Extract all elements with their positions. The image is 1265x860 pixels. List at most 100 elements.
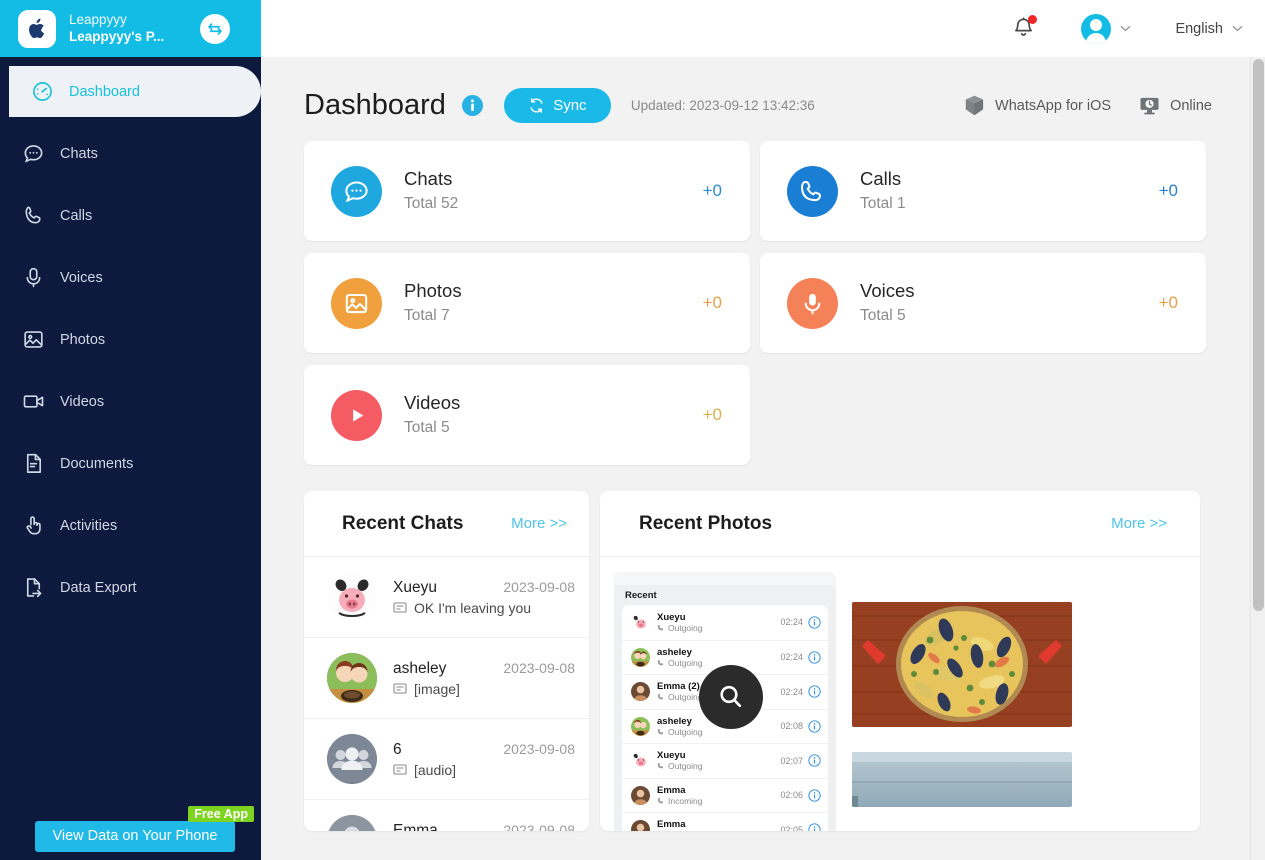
stat-card-chats[interactable]: Chats Total 52 +0 — [304, 141, 750, 241]
magnifier-icon[interactable] — [699, 665, 763, 729]
kids-avatar — [327, 653, 377, 703]
panel-title: Recent Chats — [342, 512, 464, 534]
stat-card-text: Videos Total 5 — [404, 390, 460, 439]
sidebar-item-data-export[interactable]: Data Export — [0, 562, 261, 613]
chat-list-item[interactable]: 6 2023-09-08 [audio] — [304, 719, 589, 800]
play-circle-icon — [331, 389, 382, 441]
screenshot-call-direction: Outgoing — [668, 657, 703, 668]
person-avatar-small — [631, 820, 650, 831]
chat-item-body: Emma 2023-09-08 Waiting for me — [393, 822, 579, 832]
sidebar-item-documents[interactable]: Documents — [0, 438, 261, 489]
device-name: Leappyyy's P... — [69, 28, 165, 44]
sidebar-item-dashboard[interactable]: Dashboard — [9, 66, 261, 117]
message-lines-icon — [393, 601, 407, 613]
stat-card-total: Total 5 — [860, 307, 906, 325]
scrollbar-thumb[interactable] — [1253, 59, 1264, 611]
stat-card-calls[interactable]: Calls Total 1 +0 — [760, 141, 1206, 241]
screenshot-call-direction: Incoming — [668, 795, 703, 806]
screenshot-section-label: Recent — [625, 590, 657, 601]
image-icon — [331, 277, 382, 329]
sidebar-item-videos[interactable]: Videos — [0, 376, 261, 427]
notifications-button[interactable] — [1011, 14, 1039, 43]
phone-screenshot-thumbnail[interactable]: Recent Xueyu Outgoing 02:24 asheley Outg… — [614, 572, 836, 831]
stat-card-title: Voices — [860, 280, 915, 302]
sidebar-item-calls[interactable]: Calls — [0, 190, 261, 241]
stat-card-delta: +0 — [702, 405, 722, 424]
chat-preview: [image] — [414, 680, 460, 697]
chat-date: 2023-09-08 — [503, 659, 575, 676]
sync-button[interactable]: Sync — [503, 88, 611, 123]
person-avatar-small — [631, 682, 650, 702]
page-scrollbar[interactable] — [1250, 57, 1265, 860]
chat-item-body: asheley 2023-09-08 [image] — [393, 660, 579, 697]
phone-small-icon — [657, 797, 664, 804]
chevron-down-icon — [1121, 25, 1131, 32]
info-circle-small-icon — [808, 616, 821, 629]
sidebar-item-activities[interactable]: Activities — [0, 500, 261, 551]
chat-list-item[interactable]: asheley 2023-09-08 [image] — [304, 638, 589, 719]
chat-date: 2023-09-08 — [503, 740, 575, 757]
recent-photos-more-link[interactable]: More >> — [1111, 515, 1167, 532]
view-data-on-phone-button[interactable]: View Data on Your Phone — [35, 821, 235, 852]
phone-small-icon — [657, 624, 664, 631]
stat-card-voices[interactable]: Voices Total 5 +0 — [760, 253, 1206, 353]
language-label: English — [1175, 20, 1223, 37]
language-selector[interactable]: English — [1175, 21, 1243, 37]
screenshot-row-text: Xueyu Outgoing — [657, 612, 703, 633]
account-menu[interactable] — [1081, 13, 1131, 44]
message-lines-icon — [393, 682, 407, 694]
screenshot-row-text: Emma Incoming — [657, 785, 703, 806]
notification-dot — [1028, 14, 1038, 24]
brand-header[interactable]: Leappyyy Leappyyy's P... — [0, 0, 261, 57]
cube-icon — [965, 95, 984, 116]
sidebar-nav: Dashboard Chats Calls Voices Photos Vide… — [0, 57, 261, 613]
sidebar-item-label: Documents — [60, 455, 134, 472]
stat-card-delta: +0 — [1158, 293, 1178, 312]
screenshot-call-direction: Outgoing — [668, 622, 703, 633]
switch-account-icon[interactable] — [200, 13, 230, 44]
sidebar-item-photos[interactable]: Photos — [0, 314, 261, 365]
phone-small-icon — [657, 659, 664, 666]
brand-text: Leappyyy Leappyyy's P... — [69, 12, 164, 46]
recent-chats-more-link[interactable]: More >> — [511, 515, 567, 532]
chat-contact-name: Xueyu — [393, 578, 437, 596]
stat-card-photos[interactable]: Photos Total 7 +0 — [304, 253, 750, 353]
info-circle-small-icon — [808, 754, 821, 767]
topbar: English — [261, 0, 1265, 57]
chat-contact-name: 6 — [393, 740, 402, 758]
sync-label: Sync — [553, 97, 587, 114]
user-avatar-icon — [1081, 13, 1112, 44]
screenshot-contact-name: Emma (2) — [657, 681, 700, 693]
stat-card-text: Chats Total 52 — [404, 166, 458, 215]
person-avatar-small — [631, 785, 650, 805]
screenshot-call-time: 02:24 — [780, 686, 803, 697]
recent-photos-header: Recent Photos More >> — [600, 491, 1200, 557]
screenshot-call-time: 02:24 — [780, 652, 803, 663]
info-circle-small-icon — [808, 651, 821, 664]
sidebar: Leappyyy Leappyyy's P... Dashboard Chats… — [0, 0, 261, 860]
sidebar-item-chats[interactable]: Chats — [0, 128, 261, 179]
pig-avatar-small — [631, 612, 650, 632]
screenshot-call-row: Xueyu Outgoing 02:24 — [622, 605, 828, 640]
chat-list-item[interactable]: Xueyu 2023-09-08 OK I'm leaving you — [304, 557, 589, 638]
stat-card-title: Videos — [404, 392, 461, 414]
screenshot-row-text: asheley Outgoing — [657, 716, 703, 737]
info-circle-icon[interactable] — [461, 95, 483, 116]
sidebar-item-label: Dashboard — [69, 83, 140, 100]
recent-chats-header: Recent Chats More >> — [304, 491, 589, 557]
sidebar-item-voices[interactable]: Voices — [0, 252, 261, 303]
paella-photo[interactable] — [852, 602, 1072, 727]
updated-timestamp: Updated: 2023-09-12 13:42:36 — [630, 98, 815, 113]
phone-icon — [787, 165, 838, 217]
pig-avatar — [327, 572, 377, 622]
stat-card-delta: +0 — [702, 293, 722, 312]
sidebar-item-label: Videos — [60, 393, 105, 410]
panel-title: Recent Photos — [639, 512, 773, 534]
seascape-photo[interactable] — [852, 752, 1072, 807]
screenshot-row-text: Xueyu Outgoing — [657, 750, 703, 771]
stat-card-total: Total 7 — [404, 307, 450, 325]
recent-photos-panel: Recent Photos More >> Recent Xueyu Outgo… — [600, 491, 1200, 831]
chat-list-item[interactable]: Emma 2023-09-08 Waiting for me — [304, 800, 589, 831]
stat-card-videos[interactable]: Videos Total 5 +0 — [304, 365, 750, 465]
sidebar-item-label: Chats — [60, 145, 98, 162]
